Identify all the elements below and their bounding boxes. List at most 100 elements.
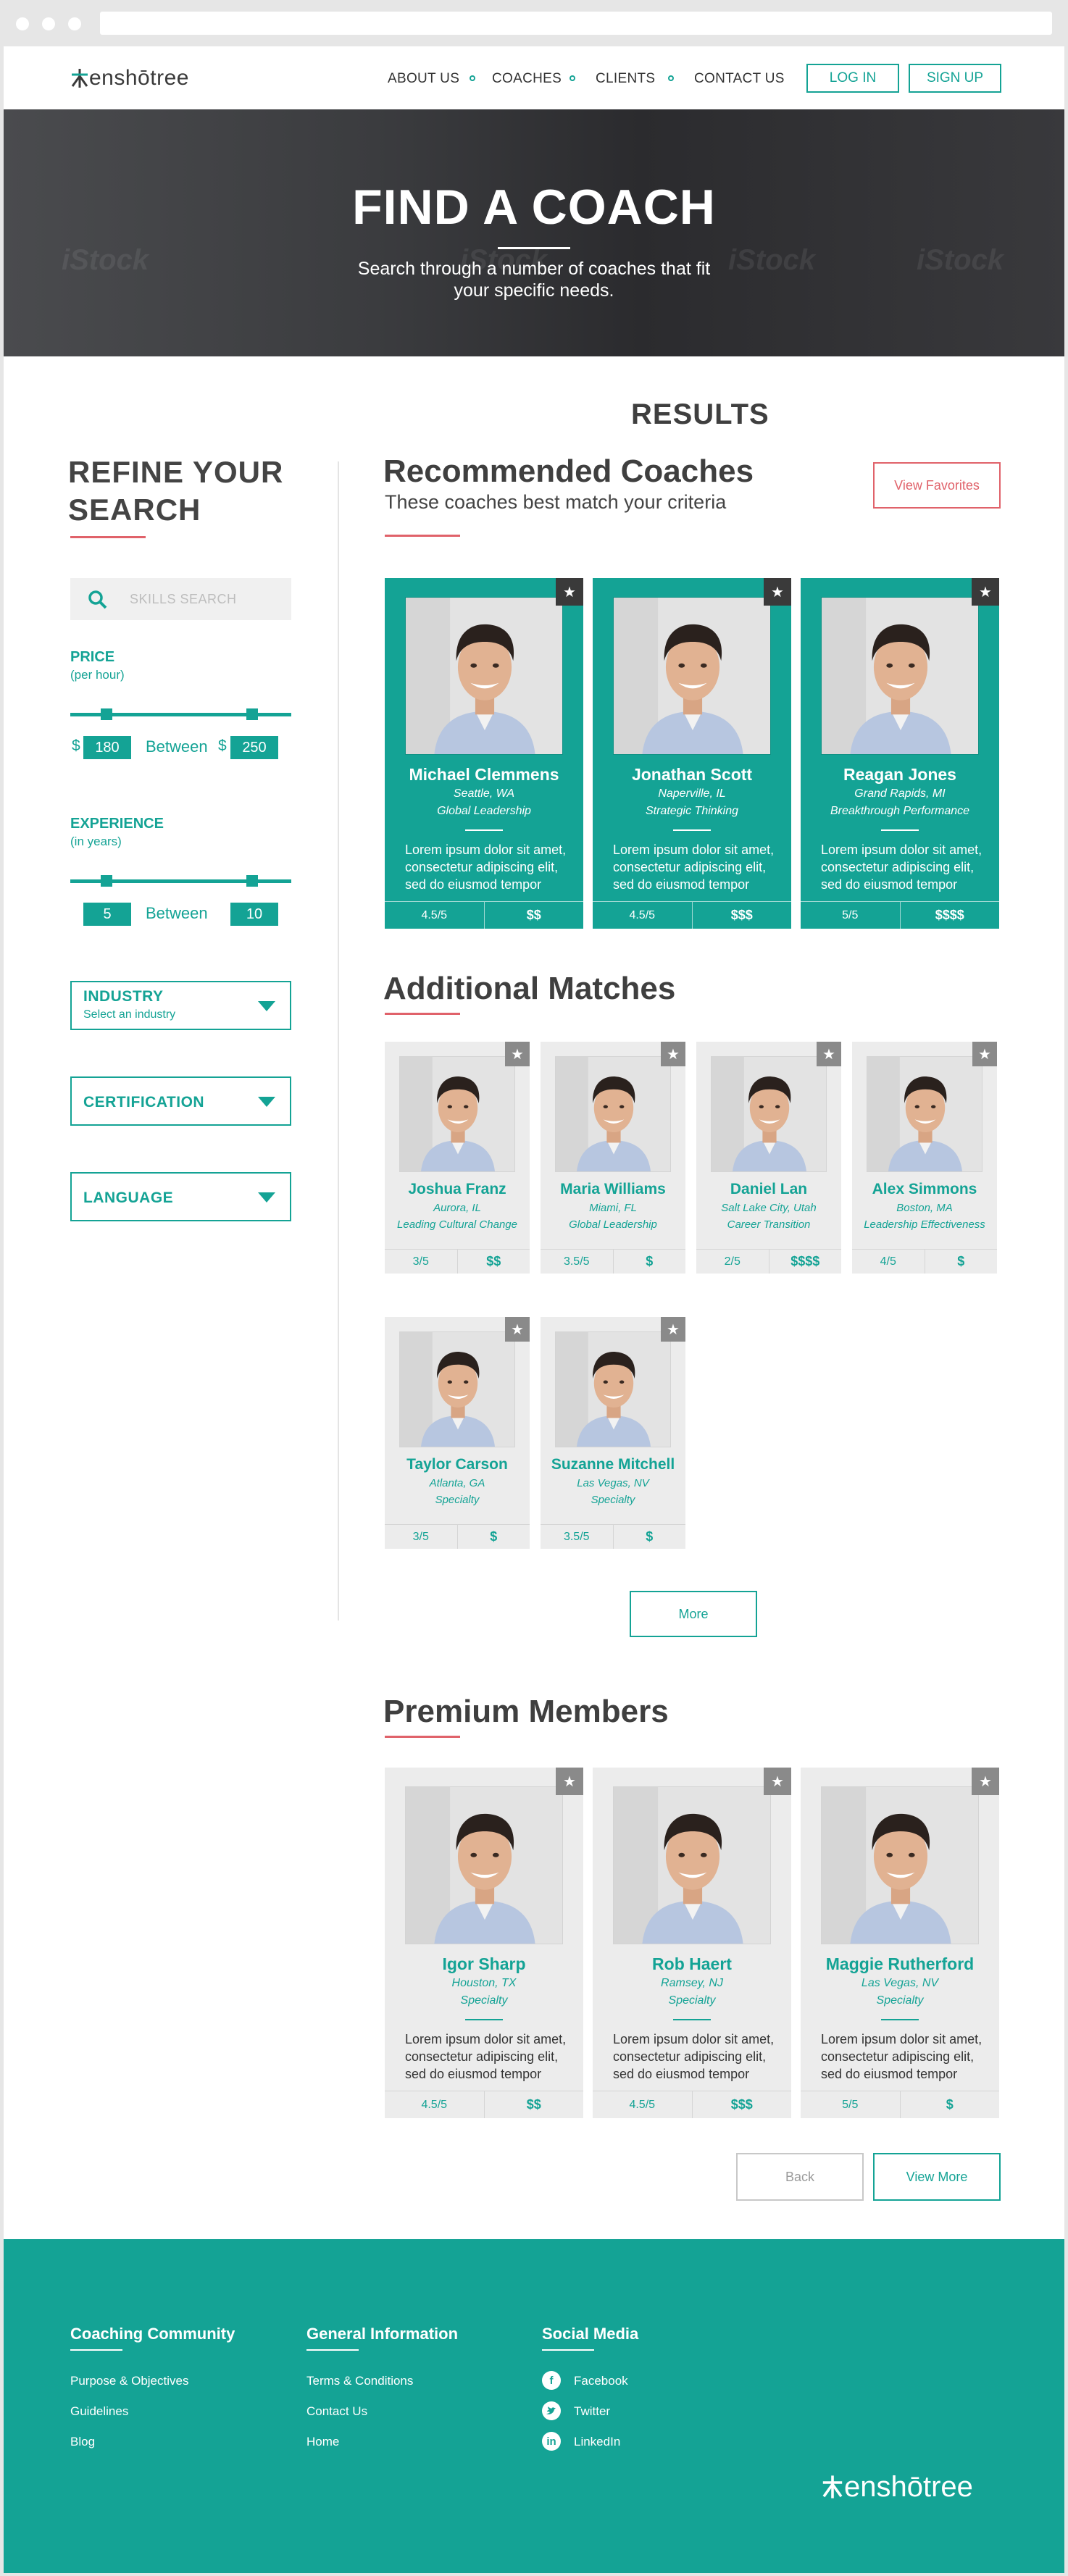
coach-name[interactable]: Igor Sharp <box>385 1954 583 1974</box>
recommended-underline <box>385 535 460 537</box>
coach-name[interactable]: Suzanne Mitchell <box>541 1456 685 1473</box>
coach-photo[interactable] <box>555 1056 671 1172</box>
footer-link-terms[interactable]: Terms & Conditions <box>306 2374 413 2388</box>
price-max-value[interactable]: 250 <box>230 736 278 759</box>
window-dot[interactable] <box>16 17 29 30</box>
coach-photo[interactable] <box>399 1056 515 1172</box>
coach-card[interactable]: ★ Suzanne Mitchell Las Vegas, NV Specialty 3… <box>541 1317 685 1549</box>
coach-name[interactable]: Jonathan Scott <box>593 765 791 785</box>
favorite-star-icon[interactable]: ★ <box>764 1768 791 1795</box>
name-divider <box>465 2019 503 2020</box>
favorite-star-icon[interactable]: ★ <box>661 1042 685 1066</box>
site-logo[interactable]: enshōtree <box>70 65 189 91</box>
coach-price: $$$ <box>691 2091 792 2118</box>
language-dropdown[interactable]: LANGUAGE <box>70 1172 291 1221</box>
signup-button[interactable]: SIGN UP <box>909 64 1001 93</box>
coach-name[interactable]: Taylor Carson <box>385 1456 530 1473</box>
footer-link-facebook[interactable]: Facebook <box>574 2374 628 2388</box>
coach-name[interactable]: Rob Haert <box>593 1954 791 1974</box>
experience-max-value[interactable]: 10 <box>230 903 278 926</box>
footer-link-linkedin[interactable]: LinkedIn <box>574 2435 620 2449</box>
coach-photo[interactable] <box>867 1056 983 1172</box>
favorite-star-icon[interactable]: ★ <box>764 578 791 606</box>
address-bar[interactable] <box>100 12 1052 35</box>
coach-name[interactable]: Maria Williams <box>541 1181 685 1198</box>
window-dot[interactable] <box>42 17 55 30</box>
view-more-button[interactable]: View More <box>873 2153 1001 2201</box>
twitter-icon[interactable] <box>542 2401 561 2420</box>
coach-photo[interactable] <box>821 597 979 755</box>
coach-name[interactable]: Maggie Rutherford <box>801 1954 999 1974</box>
view-favorites-button[interactable]: View Favorites <box>873 462 1001 509</box>
coach-name[interactable]: Alex Simmons <box>852 1181 997 1198</box>
more-button[interactable]: More <box>630 1591 757 1637</box>
favorite-star-icon[interactable]: ★ <box>556 1768 583 1795</box>
footer-link-contact[interactable]: Contact Us <box>306 2404 367 2419</box>
favorite-star-icon[interactable]: ★ <box>556 578 583 606</box>
coach-description: Lorem ipsum dolor sit amet, consectetur a… <box>821 2032 983 2081</box>
coach-photo[interactable] <box>711 1056 827 1172</box>
nav-coaches[interactable]: COACHES <box>492 71 562 87</box>
coach-card[interactable]: ★ Daniel Lan Salt Lake City, Utah Career Tr… <box>696 1042 841 1274</box>
coach-photo[interactable] <box>613 1786 771 1944</box>
skills-search-input[interactable]: SKILLS SEARCH <box>130 592 237 607</box>
footer-link-guidelines[interactable]: Guidelines <box>70 2404 128 2419</box>
coach-name[interactable]: Reagan Jones <box>801 765 999 785</box>
favorite-star-icon[interactable]: ★ <box>661 1317 685 1342</box>
coach-specialty: Specialty <box>435 1494 480 1506</box>
footer-link-home[interactable]: Home <box>306 2435 339 2449</box>
coach-photo[interactable] <box>405 597 563 755</box>
coach-name[interactable]: Michael Clemmens <box>385 765 583 785</box>
coach-card[interactable]: ★ Maggie Rutherford Las Vegas, NV Specialty… <box>801 1768 999 2118</box>
coach-card[interactable]: ★ Maria Williams Miami, FL Global Leadershi… <box>541 1042 685 1274</box>
favorite-star-icon[interactable]: ★ <box>817 1042 841 1066</box>
footer-link-blog[interactable]: Blog <box>70 2435 95 2449</box>
window-dot[interactable] <box>68 17 81 30</box>
footer-link-purpose[interactable]: Purpose & Objectives <box>70 2374 188 2388</box>
industry-dropdown[interactable]: INDUSTRY Select an industry <box>70 981 291 1030</box>
coach-photo[interactable] <box>399 1331 515 1447</box>
coach-card[interactable]: ★ Igor Sharp Houston, TX Specialty Lorem ips… <box>385 1768 583 2118</box>
coach-photo[interactable] <box>821 1786 979 1944</box>
price-max-handle[interactable] <box>246 708 258 720</box>
coach-card[interactable]: ★ Joshua Franz Aurora, IL Leading Cultural … <box>385 1042 530 1274</box>
coach-photo[interactable] <box>405 1786 563 1944</box>
linkedin-icon[interactable]: in <box>542 2432 561 2451</box>
coach-card-footer: 5/5 $$$$ <box>801 901 999 929</box>
coach-rating: 4.5/5 <box>629 908 656 921</box>
additional-underline <box>385 1013 460 1015</box>
coach-card[interactable]: ★ Rob Haert Ramsey, NJ Specialty Lorem ipsum… <box>593 1768 791 2118</box>
login-button[interactable]: LOG IN <box>806 64 899 93</box>
coach-rating: 2/5 <box>724 1255 740 1268</box>
favorite-star-icon[interactable]: ★ <box>972 1768 999 1795</box>
favorite-star-icon[interactable]: ★ <box>972 578 999 606</box>
coach-location: Boston, MA <box>896 1202 953 1214</box>
experience-min-handle[interactable] <box>101 875 112 887</box>
coach-card-footer: 3/5 $ <box>385 1524 530 1549</box>
experience-max-handle[interactable] <box>246 875 258 887</box>
back-button[interactable]: Back <box>736 2153 864 2201</box>
coach-name[interactable]: Daniel Lan <box>696 1181 841 1198</box>
skills-search[interactable]: SKILLS SEARCH <box>70 578 291 620</box>
coach-card[interactable]: ★ Reagan Jones Grand Rapids, MI Breakthroug… <box>801 578 999 929</box>
experience-min-value[interactable]: 5 <box>83 903 131 926</box>
coach-card[interactable]: ★ Jonathan Scott Naperville, IL Strategic T… <box>593 578 791 929</box>
coach-photo[interactable] <box>613 597 771 755</box>
nav-clients[interactable]: CLIENTS <box>596 71 655 87</box>
footer-logo[interactable]: enshōtree <box>821 2471 973 2503</box>
footer-link-twitter[interactable]: Twitter <box>574 2404 610 2419</box>
certification-dropdown[interactable]: CERTIFICATION <box>70 1076 291 1126</box>
favorite-star-icon[interactable]: ★ <box>505 1042 530 1066</box>
coach-name[interactable]: Joshua Franz <box>385 1181 530 1198</box>
facebook-icon[interactable]: f <box>542 2371 561 2390</box>
nav-about-us[interactable]: ABOUT US <box>388 71 459 87</box>
favorite-star-icon[interactable]: ★ <box>505 1317 530 1342</box>
coach-card[interactable]: ★ Taylor Carson Atlanta, GA Specialty 3/5 $ <box>385 1317 530 1549</box>
nav-contact-us[interactable]: CONTACT US <box>694 71 785 87</box>
coach-card[interactable]: ★ Alex Simmons Boston, MA Leadership Effect… <box>852 1042 997 1274</box>
price-min-value[interactable]: 180 <box>83 736 131 759</box>
coach-photo[interactable] <box>555 1331 671 1447</box>
favorite-star-icon[interactable]: ★ <box>972 1042 997 1066</box>
price-min-handle[interactable] <box>101 708 112 720</box>
coach-card[interactable]: ★ Michael Clemmens Seattle, WA Global Leade… <box>385 578 583 929</box>
